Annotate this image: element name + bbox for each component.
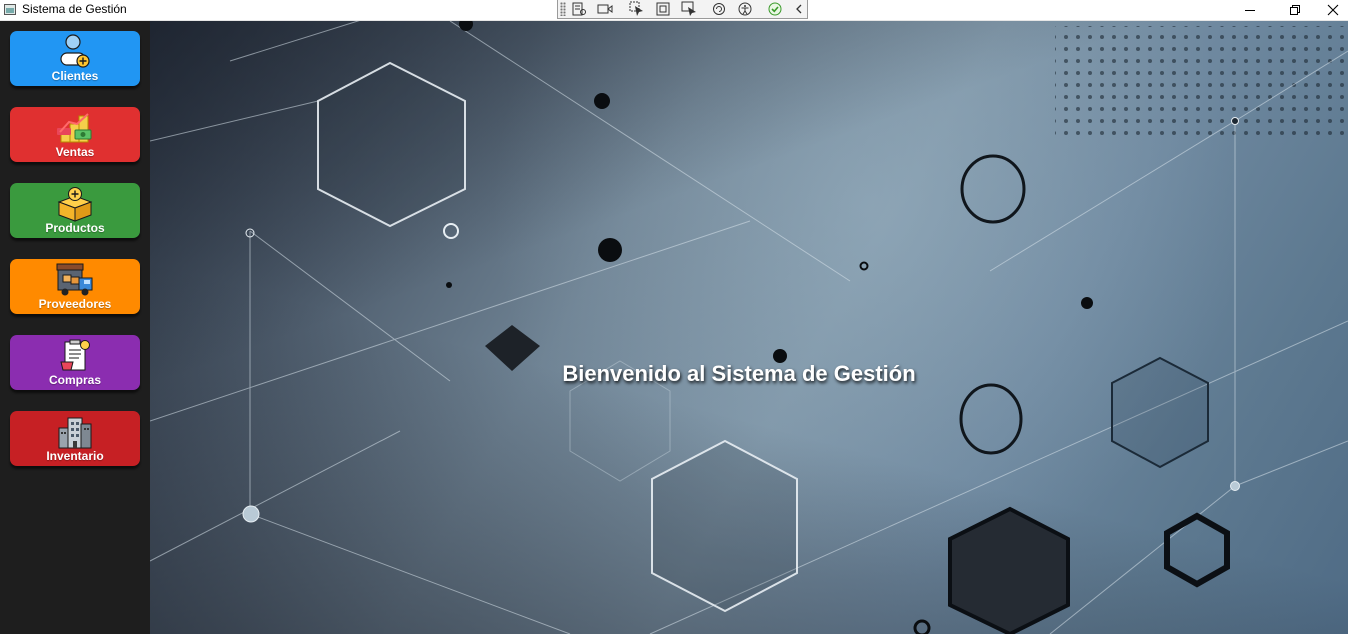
sidebar-item-compras[interactable]: Compras <box>10 335 140 390</box>
sidebar-item-ventas[interactable]: Ventas <box>10 107 140 162</box>
display-layout-adorners-icon[interactable] <box>654 1 672 17</box>
close-icon <box>1327 4 1339 16</box>
collapse-chevron-icon[interactable] <box>790 1 808 17</box>
add-user-icon <box>60 34 90 68</box>
money-stack-icon <box>57 113 92 143</box>
hot-reload-icon[interactable] <box>710 1 728 17</box>
title-bar: Sistema de Gestión <box>0 0 1348 21</box>
sidebar-item-productos[interactable]: Productos <box>10 183 140 238</box>
add-box-icon <box>57 187 93 222</box>
sidebar-item-inventario[interactable]: Inventario <box>10 411 140 466</box>
select-element-icon[interactable] <box>628 1 646 17</box>
accessibility-icon[interactable] <box>736 1 754 17</box>
restore-button[interactable] <box>1272 0 1318 20</box>
sidebar-item-label: Compras <box>48 373 101 387</box>
sidebar-item-label: Clientes <box>51 69 99 83</box>
sidebar-item-label: Inventario <box>46 449 104 463</box>
xaml-debug-toolbar <box>557 0 808 19</box>
delivery-truck-icon <box>56 263 93 296</box>
restore-icon <box>1290 5 1300 15</box>
close-button[interactable] <box>1318 0 1348 20</box>
sidebar-item-label: Proveedores <box>38 297 112 311</box>
sidebar-item-label: Ventas <box>55 145 95 159</box>
record-icon[interactable] <box>596 1 614 17</box>
warehouse-building-icon <box>58 417 92 449</box>
sidebar-item-clientes[interactable]: Clientes <box>10 31 140 86</box>
app-window-icon <box>4 4 16 15</box>
sidebar-item-label: Productos <box>45 221 105 235</box>
minimize-icon <box>1245 10 1255 11</box>
track-focus-icon[interactable] <box>680 1 698 17</box>
invoice-basket-icon <box>60 339 90 371</box>
window-title: Sistema de Gestión <box>22 2 127 16</box>
toolbar-grip-icon[interactable] <box>560 2 566 16</box>
background-hexagon-pattern <box>150 21 1348 634</box>
main-content: Bienvenido al Sistema de Gestión <box>150 21 1348 634</box>
live-visual-tree-icon[interactable] <box>570 1 588 17</box>
minimize-button[interactable] <box>1227 0 1273 20</box>
sidebar-item-proveedores[interactable]: Proveedores <box>10 259 140 314</box>
binding-check-icon[interactable] <box>766 1 784 17</box>
sidebar: Clientes Ventas Productos Proveedores Co… <box>0 21 150 634</box>
welcome-heading: Bienvenido al Sistema de Gestión <box>562 361 916 386</box>
